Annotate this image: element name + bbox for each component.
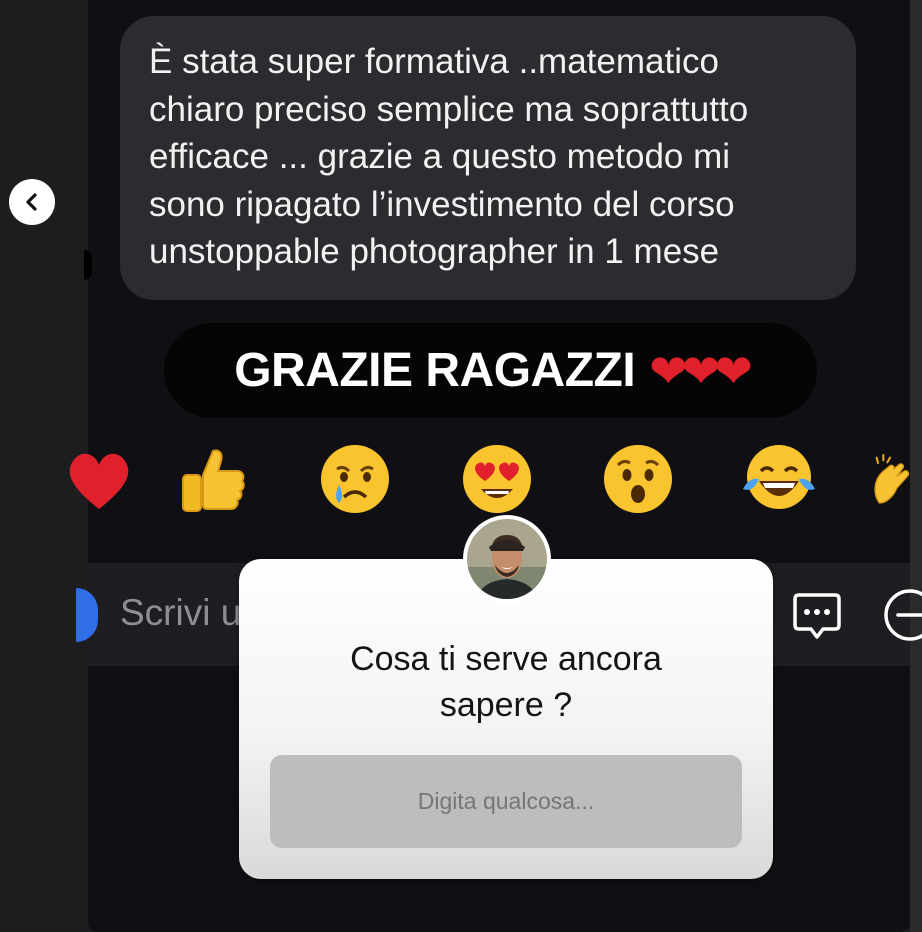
next-story-edge (910, 0, 922, 932)
thumbs-up-icon (182, 449, 245, 512)
reply-input[interactable]: Scrivi u (120, 592, 241, 634)
screen: È stata super formativa ..matematico chi… (0, 0, 922, 932)
back-button[interactable] (9, 179, 55, 225)
message-icon[interactable] (789, 587, 845, 643)
clapping-hands-icon (874, 454, 910, 504)
reaction-crying-face[interactable] (314, 438, 396, 520)
reaction-heart-eyes[interactable] (456, 438, 538, 520)
message-bubble: È stata super formativa ..matematico chi… (120, 16, 856, 300)
tears-of-joy-icon (743, 445, 815, 509)
avatar (463, 515, 551, 603)
reaction-tears-of-joy[interactable] (738, 438, 820, 520)
surprised-face-icon (604, 445, 672, 513)
thanks-caption: GRAZIE RAGAZZI ❤❤❤ (164, 323, 817, 418)
message-text: È stata super formativa ..matematico chi… (149, 42, 749, 271)
heart-eyes-icon (463, 445, 531, 513)
chevron-left-icon (26, 193, 37, 211)
add-icon[interactable] (882, 587, 922, 643)
crying-face-icon (321, 445, 389, 513)
heart-icon (69, 453, 129, 509)
reaction-clapping-hands[interactable] (870, 438, 910, 520)
thanks-text: GRAZIE RAGAZZI (234, 344, 636, 397)
question-sticker: Cosa ti serve ancora sapere ? Digita qua… (239, 559, 773, 879)
avatar-edge (84, 250, 92, 280)
question-text: Cosa ti serve ancora sapere ? (350, 640, 662, 724)
answer-input[interactable]: Digita qualcosa... (270, 755, 742, 848)
avatar-image (467, 519, 547, 599)
hearts-emoji: ❤❤❤ (649, 344, 753, 397)
reaction-thumbs-up[interactable] (172, 438, 254, 520)
reaction-surprised-face[interactable] (597, 438, 679, 520)
reaction-heart[interactable] (58, 438, 140, 520)
